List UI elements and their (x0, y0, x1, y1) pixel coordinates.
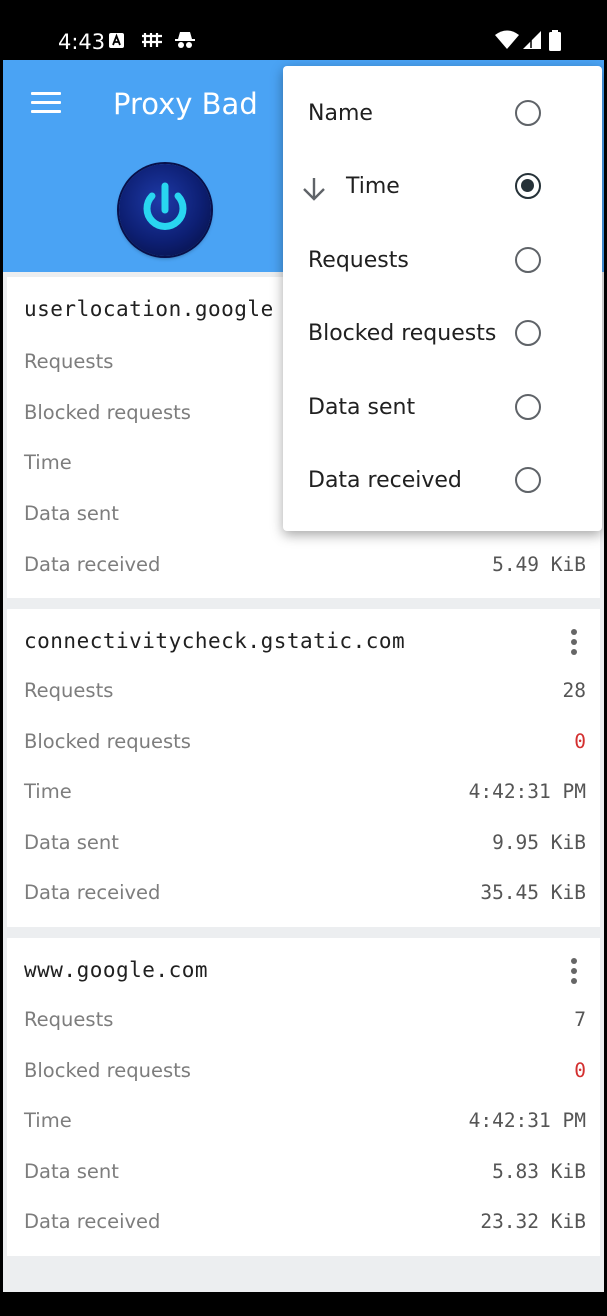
row-label-blocked: Blocked requests (24, 401, 191, 424)
radio-button[interactable] (515, 100, 541, 126)
status-bar: 4:43 (0, 0, 607, 62)
row-label-data-received: Data received (24, 553, 161, 576)
radio-button[interactable] (515, 394, 541, 420)
app-title: Proxy Bad (113, 87, 258, 121)
row-label-data-received: Data received (24, 881, 161, 904)
sort-option-blocked-requests[interactable]: Blocked requests (283, 299, 602, 372)
row-value-data-received: 35.45 KiB (480, 881, 586, 904)
row-label-data-sent: Data sent (24, 831, 119, 854)
row-label-data-received: Data received (24, 1210, 161, 1233)
battery-icon (549, 30, 561, 51)
radio-button[interactable] (515, 320, 541, 346)
more-vert-icon[interactable] (570, 629, 578, 655)
more-vert-icon[interactable] (570, 958, 578, 984)
row-value-time: 4:42:31 PM (468, 780, 586, 803)
row-label-requests: Requests (24, 679, 114, 702)
signal-icon (523, 31, 541, 49)
host-card: www.google.com Requests 7 Blocked reques… (7, 938, 600, 1256)
sort-option-label: Blocked requests (308, 321, 497, 346)
row-value-data-sent: 9.95 KiB (492, 831, 586, 854)
row-value-blocked: 0 (574, 730, 586, 753)
sort-option-label: Name (308, 101, 373, 126)
row-value-data-received: 23.32 KiB (480, 1210, 586, 1233)
status-time: 4:43 (58, 30, 106, 54)
incognito-icon (175, 32, 195, 48)
row-label-time: Time (24, 780, 72, 803)
host-name: userlocation.google (24, 297, 274, 321)
sort-menu: Name Time Requests Blocked requests Data… (283, 66, 602, 531)
row-label-time: Time (24, 1109, 72, 1132)
sort-option-name[interactable]: Name (283, 79, 602, 152)
hamburger-icon[interactable] (31, 92, 61, 114)
power-icon (143, 182, 187, 230)
sort-option-label: Time (346, 174, 400, 199)
navigation-bar (0, 1292, 607, 1316)
vpn-key-icon (142, 33, 162, 47)
arrow-down-icon (303, 178, 325, 201)
sort-option-requests[interactable]: Requests (283, 226, 602, 299)
a-notification-icon (109, 33, 124, 48)
row-value-data-received: 5.49 KiB (492, 553, 586, 576)
radio-button[interactable] (515, 247, 541, 273)
radio-button[interactable] (515, 467, 541, 493)
sort-option-data-sent[interactable]: Data sent (283, 373, 602, 446)
row-value-blocked: 0 (574, 1059, 586, 1082)
row-label-data-sent: Data sent (24, 1160, 119, 1183)
wifi-icon (495, 30, 519, 49)
sort-option-label: Requests (308, 248, 409, 273)
host-card: connectivitycheck.gstatic.com Requests 2… (7, 609, 600, 927)
row-label-blocked: Blocked requests (24, 730, 191, 753)
row-value-requests: 28 (562, 679, 586, 702)
sort-option-time[interactable]: Time (283, 152, 602, 225)
radio-button-selected[interactable] (515, 173, 541, 199)
sort-option-label: Data received (308, 468, 462, 493)
host-name: connectivitycheck.gstatic.com (24, 629, 406, 653)
row-label-time: Time (24, 451, 72, 474)
row-label-blocked: Blocked requests (24, 1059, 191, 1082)
power-button[interactable] (119, 164, 211, 256)
row-value-time: 4:42:31 PM (468, 1109, 586, 1132)
sort-option-label: Data sent (308, 395, 416, 420)
row-label-data-sent: Data sent (24, 502, 119, 525)
row-value-data-sent: 5.83 KiB (492, 1160, 586, 1183)
host-name: www.google.com (24, 958, 209, 982)
row-value-requests: 7 (574, 1008, 586, 1031)
sort-option-data-received[interactable]: Data received (283, 446, 602, 519)
row-label-requests: Requests (24, 1008, 114, 1031)
row-label-requests: Requests (24, 350, 114, 373)
